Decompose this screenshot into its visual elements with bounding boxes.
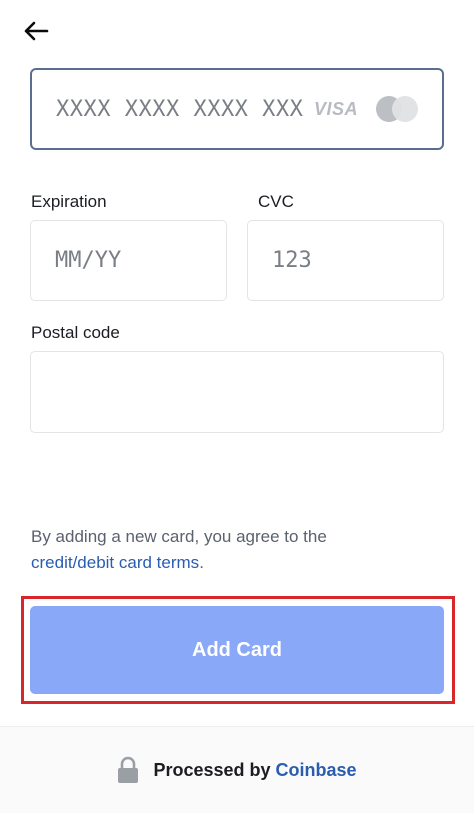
expiration-field[interactable] bbox=[30, 220, 227, 301]
card-brand-icons: VISA bbox=[314, 96, 418, 122]
postal-code-field[interactable] bbox=[30, 351, 444, 433]
processed-by-text: Processed by Coinbase bbox=[153, 760, 356, 781]
add-card-button[interactable]: Add Card bbox=[30, 606, 444, 694]
expiration-label: Expiration bbox=[31, 192, 107, 211]
lock-icon bbox=[118, 756, 139, 783]
coinbase-brand: Coinbase bbox=[275, 759, 357, 780]
expiration-input[interactable] bbox=[55, 248, 202, 273]
processed-by-prefix: Processed by bbox=[153, 759, 271, 780]
cvc-input[interactable] bbox=[272, 248, 419, 273]
postal-code-input[interactable] bbox=[55, 379, 419, 405]
terms-text: By adding a new card, you agree to the bbox=[31, 527, 327, 546]
terms-suffix: . bbox=[199, 553, 204, 572]
footer: Processed by Coinbase bbox=[0, 726, 474, 813]
terms-notice: By adding a new card, you agree to the c… bbox=[31, 524, 451, 576]
postal-code-label: Postal code bbox=[31, 323, 120, 342]
card-number-input[interactable] bbox=[56, 96, 304, 122]
card-terms-link[interactable]: credit/debit card terms bbox=[31, 553, 199, 572]
cvc-field[interactable] bbox=[247, 220, 444, 301]
visa-icon: VISA bbox=[313, 98, 358, 119]
cvc-label: CVC bbox=[258, 192, 294, 211]
mastercard-icon bbox=[376, 96, 418, 122]
arrow-left-icon bbox=[24, 21, 49, 41]
back-button[interactable] bbox=[18, 14, 54, 48]
card-number-field[interactable]: VISA bbox=[30, 68, 444, 150]
